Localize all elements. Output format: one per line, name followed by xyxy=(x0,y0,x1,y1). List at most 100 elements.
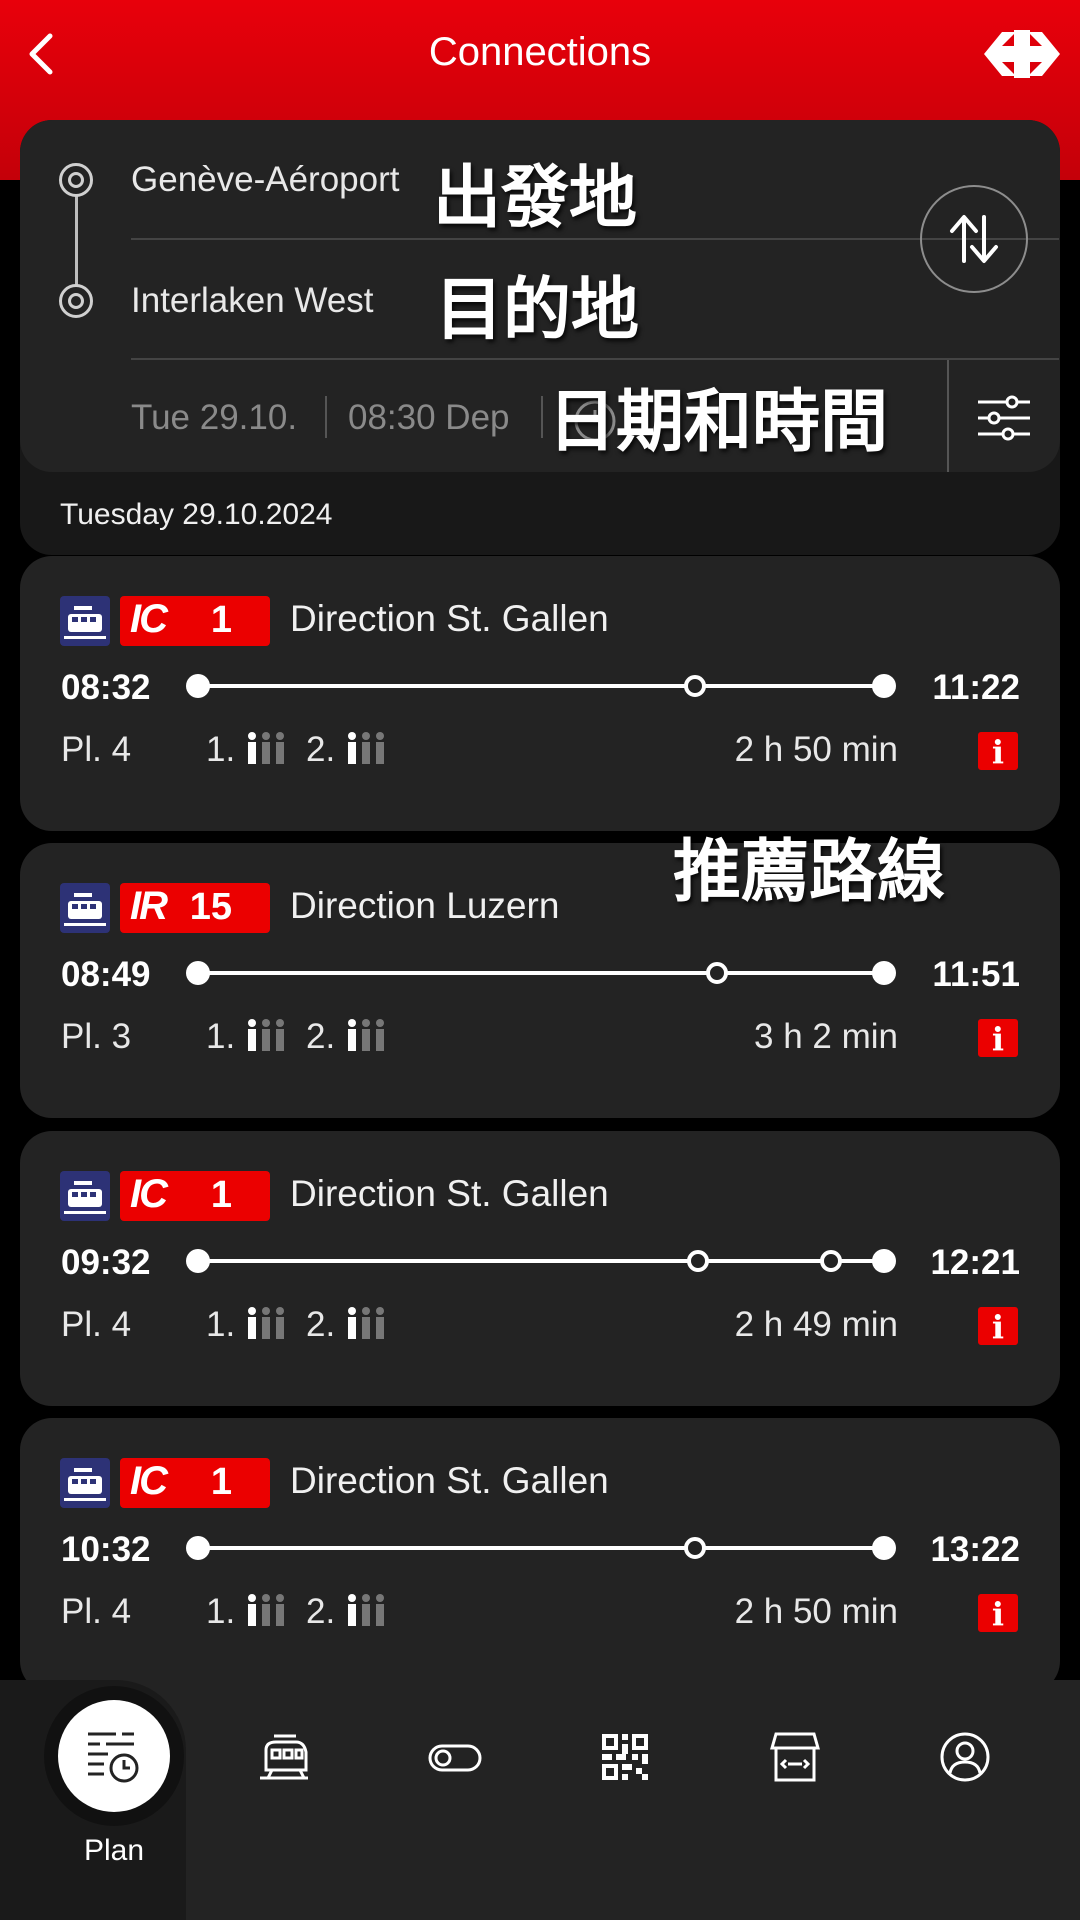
info-icon: i xyxy=(991,1308,1005,1346)
second-class-label: 2. xyxy=(306,730,336,769)
toggle-icon[interactable] xyxy=(428,1730,482,1784)
journey-line xyxy=(198,971,884,975)
first-class-label: 1. xyxy=(206,1592,236,1631)
filter-settings-icon[interactable] xyxy=(976,394,1032,442)
origin-station-icon xyxy=(59,163,93,197)
line-category: IR xyxy=(130,884,168,928)
profile-icon[interactable] xyxy=(938,1730,992,1784)
arrival-stop xyxy=(872,961,896,985)
line-number: 1 xyxy=(210,1174,232,1216)
line-badge: IC 1 xyxy=(120,1171,270,1221)
train-product-icon xyxy=(60,1171,110,1221)
duration-label: 2 h 49 min xyxy=(734,1305,898,1344)
direction-label: Direction Luzern xyxy=(290,885,560,926)
intermediate-stop xyxy=(820,1250,842,1272)
departure-time: 08:32 xyxy=(61,668,151,707)
info-button[interactable]: i xyxy=(978,1307,1018,1346)
destination-station-field[interactable]: Interlaken West xyxy=(131,281,374,321)
info-button[interactable]: i xyxy=(978,1594,1018,1633)
train-product-icon xyxy=(60,596,110,646)
line-category: IC xyxy=(130,597,168,641)
plan-icon xyxy=(88,1732,139,1783)
time-now-separator xyxy=(541,396,543,438)
platform-label: Pl. 3 xyxy=(61,1017,132,1056)
second-class-occupancy-icon xyxy=(348,1307,384,1339)
info-icon: i xyxy=(991,733,1005,771)
second-class-occupancy-icon xyxy=(348,1019,384,1051)
swap-stations-button[interactable] xyxy=(920,185,1028,293)
departure-stop xyxy=(186,1536,210,1560)
arrival-stop xyxy=(872,674,896,698)
train-product-icon xyxy=(60,883,110,933)
platform-label: Pl. 4 xyxy=(61,1305,132,1344)
info-icon: i xyxy=(991,1595,1005,1633)
duration-label: 2 h 50 min xyxy=(734,1592,898,1631)
info-icon: i xyxy=(991,1020,1005,1058)
arrival-stop xyxy=(872,1249,896,1273)
destination-annotation: 目的地 xyxy=(435,270,640,350)
train-icon[interactable] xyxy=(256,1730,310,1784)
departure-stop xyxy=(186,1249,210,1273)
filter-separator xyxy=(947,360,949,472)
first-class-occupancy-icon xyxy=(248,1019,284,1051)
date-time-separator xyxy=(325,396,327,438)
shop-icon[interactable] xyxy=(768,1730,822,1784)
intermediate-stop xyxy=(706,962,728,984)
arrival-stop xyxy=(872,1536,896,1560)
departure-stop xyxy=(186,674,210,698)
info-button[interactable]: i xyxy=(978,732,1018,771)
first-class-occupancy-icon xyxy=(248,1307,284,1339)
journey-line xyxy=(198,684,884,688)
arrival-time: 11:51 xyxy=(932,955,1020,994)
day-label: Tuesday 29.10.2024 xyxy=(60,498,333,531)
line-number: 1 xyxy=(210,599,232,641)
qr-code-icon[interactable] xyxy=(598,1730,652,1784)
direction-label: Direction St. Gallen xyxy=(290,1173,609,1214)
departure-time: 09:32 xyxy=(61,1243,151,1282)
datetime-annotation: 日期和時間 xyxy=(548,382,889,462)
destination-station-icon xyxy=(59,284,93,318)
first-class-occupancy-icon xyxy=(248,1594,284,1626)
platform-label: Pl. 4 xyxy=(61,730,132,769)
swap-icon xyxy=(950,215,998,263)
intermediate-stop xyxy=(684,675,706,697)
second-class-occupancy-icon xyxy=(348,1594,384,1626)
line-category: IC xyxy=(130,1172,168,1216)
connection-card[interactable]: IC 1 Direction St. Gallen 08:32 11:22 Pl… xyxy=(20,556,1060,831)
second-class-occupancy-icon xyxy=(348,732,384,764)
sbb-logo-icon xyxy=(984,30,1060,78)
first-class-label: 1. xyxy=(206,1305,236,1344)
line-number: 15 xyxy=(189,886,232,928)
direction-label: Direction St. Gallen xyxy=(290,598,609,639)
origin-annotation: 出發地 xyxy=(433,158,638,238)
info-button[interactable]: i xyxy=(978,1019,1018,1058)
date-field[interactable]: Tue 29.10. xyxy=(131,398,297,438)
line-badge: IC 1 xyxy=(120,1458,270,1508)
origin-station-field[interactable]: Genève-Aéroport xyxy=(131,160,399,200)
duration-label: 3 h 2 min xyxy=(754,1017,898,1056)
arrival-time: 12:21 xyxy=(930,1243,1020,1282)
datetime-divider xyxy=(131,358,1059,360)
first-class-occupancy-icon xyxy=(248,732,284,764)
second-class-label: 2. xyxy=(306,1305,336,1344)
first-class-label: 1. xyxy=(206,730,236,769)
line-badge: IC 1 xyxy=(120,596,270,646)
platform-label: Pl. 4 xyxy=(61,1592,132,1631)
route-connector-line xyxy=(75,180,78,300)
nav-plan-button[interactable] xyxy=(58,1700,170,1812)
arrival-time: 13:22 xyxy=(930,1530,1020,1569)
arrival-time: 11:22 xyxy=(932,668,1020,707)
journey-line xyxy=(198,1259,884,1263)
first-class-label: 1. xyxy=(206,1017,236,1056)
second-class-label: 2. xyxy=(306,1017,336,1056)
second-class-label: 2. xyxy=(306,1592,336,1631)
direction-label: Direction St. Gallen xyxy=(290,1460,609,1501)
departure-time: 08:49 xyxy=(61,955,151,994)
departure-stop xyxy=(186,961,210,985)
intermediate-stop xyxy=(684,1537,706,1559)
connection-card[interactable]: IC 1 Direction St. Gallen 09:32 12:21 Pl… xyxy=(20,1131,1060,1406)
connection-card[interactable]: IC 1 Direction St. Gallen 10:32 13:22 Pl… xyxy=(20,1418,1060,1693)
time-field[interactable]: 08:30 Dep xyxy=(348,398,510,438)
intermediate-stop xyxy=(687,1250,709,1272)
line-category: IC xyxy=(130,1459,168,1503)
